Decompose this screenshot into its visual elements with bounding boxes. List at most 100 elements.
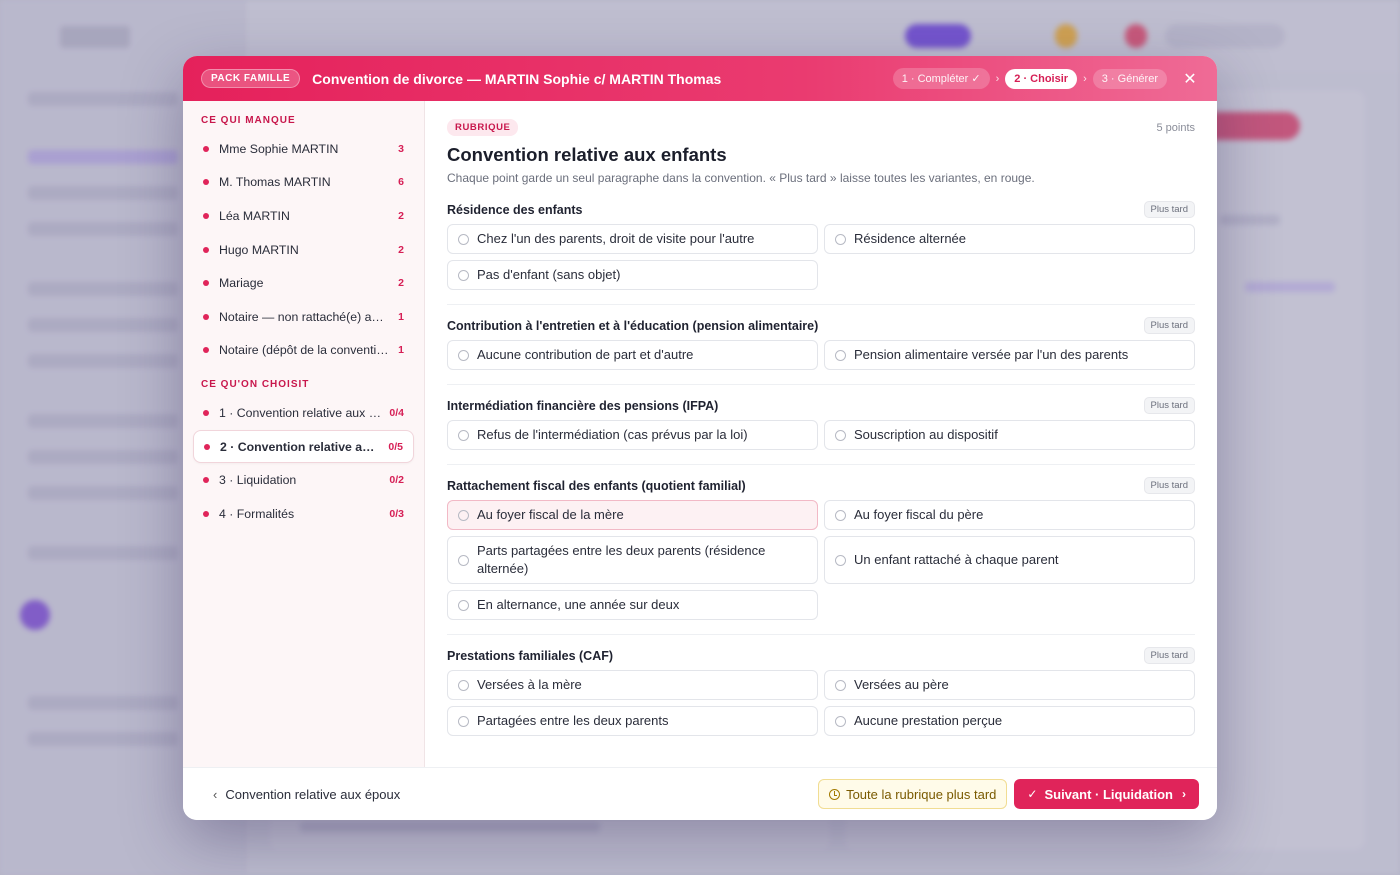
missing-section-label: CE QUI MANQUE: [201, 115, 296, 126]
option-radio[interactable]: Versées à la mère: [447, 670, 818, 700]
missing-item[interactable]: M. Thomas MARTIN 6: [193, 166, 414, 200]
option-label: Versées à la mère: [477, 677, 582, 693]
option-label: Versées au père: [854, 677, 949, 693]
rubric-item[interactable]: 1 · Convention relative aux époux 0/4: [193, 396, 414, 430]
question-fiscal: Rattachement fiscal des enfants (quotien…: [447, 464, 1195, 620]
previous-rubric-link[interactable]: ‹ Convention relative aux époux: [213, 787, 400, 802]
radio-icon: [458, 429, 469, 441]
status-dot-icon: [203, 347, 209, 354]
missing-item[interactable]: Léa MARTIN 2: [193, 199, 414, 233]
step-generate[interactable]: 3 · Générer: [1092, 68, 1167, 89]
status-dot-icon: [203, 145, 209, 152]
option-radio[interactable]: Résidence alternée: [824, 224, 1195, 254]
next-button[interactable]: ✓ Suivant · Liquidation ›: [1014, 779, 1199, 809]
radio-icon: [458, 554, 469, 566]
option-label: Souscription au dispositif: [854, 427, 998, 443]
later-button[interactable]: Plus tard: [1143, 477, 1195, 494]
points-count: 5 points: [1156, 121, 1195, 134]
option-radio[interactable]: Aucune prestation perçue: [824, 706, 1195, 736]
next-button-label: Suivant · Liquidation: [1044, 786, 1173, 802]
radio-icon: [835, 233, 846, 245]
option-radio[interactable]: Refus de l'intermédiation (cas prévus pa…: [447, 420, 818, 450]
option-radio[interactable]: Pas d'enfant (sans objet): [447, 260, 818, 290]
rubric-item-count: 0/2: [389, 474, 404, 487]
question-ifpa: Intermédiation financière des pensions (…: [447, 384, 1195, 450]
missing-item[interactable]: Hugo MARTIN 2: [193, 233, 414, 267]
clock-icon: [829, 788, 841, 800]
option-radio[interactable]: Parts partagées entre les deux parents (…: [447, 536, 818, 584]
rubric-item-label: 1 · Convention relative aux époux: [219, 405, 382, 420]
option-radio[interactable]: En alternance, une année sur deux: [447, 590, 818, 620]
option-label: Un enfant rattaché à chaque parent: [854, 552, 1059, 568]
missing-item[interactable]: Notaire (dépôt de la convention) 1: [193, 334, 414, 368]
whole-rubric-later-button[interactable]: Toute la rubrique plus tard: [818, 779, 1008, 809]
radio-icon: [458, 715, 469, 727]
stepper: 1 · Compléter ✓ › 2 · Choisir › 3 · Géné…: [892, 68, 1167, 89]
question-residence: Résidence des enfants Plus tard Chez l'u…: [447, 201, 1195, 290]
option-radio[interactable]: Chez l'un des parents, droit de visite p…: [447, 224, 818, 254]
missing-item[interactable]: Mariage 2: [193, 266, 414, 300]
later-button[interactable]: Plus tard: [1143, 201, 1195, 218]
step-choose[interactable]: 2 · Choisir: [1005, 68, 1078, 89]
option-radio[interactable]: Au foyer fiscal du père: [824, 500, 1195, 530]
radio-icon: [458, 269, 469, 281]
modal-header: PACK FAMILLE Convention de divorce — MAR…: [183, 56, 1217, 101]
radio-icon: [835, 554, 846, 566]
option-radio[interactable]: Aucune contribution de part et d'autre: [447, 340, 818, 370]
whole-rubric-later-label: Toute la rubrique plus tard: [846, 786, 997, 802]
later-button[interactable]: Plus tard: [1143, 397, 1195, 414]
status-dot-icon: [203, 179, 209, 186]
status-dot-icon: [203, 409, 209, 416]
check-icon: ✓: [1027, 787, 1038, 801]
step-complete[interactable]: 1 · Compléter ✓: [892, 68, 990, 89]
radio-icon: [458, 349, 469, 361]
option-radio[interactable]: Versées au père: [824, 670, 1195, 700]
later-button[interactable]: Plus tard: [1143, 317, 1195, 334]
option-radio-highlighted[interactable]: Au foyer fiscal de la mère: [447, 500, 818, 530]
option-label: Aucune prestation perçue: [854, 713, 1003, 729]
option-label: Pension alimentaire versée par l'un des …: [854, 347, 1129, 363]
rubric-item[interactable]: 4 · Formalités 0/3: [193, 497, 414, 531]
status-dot-icon: [204, 443, 210, 450]
rubric-item[interactable]: 3 · Liquidation 0/2: [193, 463, 414, 497]
radio-icon: [835, 509, 846, 521]
option-radio[interactable]: Souscription au dispositif: [824, 420, 1195, 450]
missing-item-count: 2: [398, 277, 404, 290]
radio-icon: [458, 233, 469, 245]
close-icon[interactable]: ✕: [1181, 70, 1199, 88]
rubric-content: RUBRIQUE 5 points Convention relative au…: [425, 101, 1217, 767]
option-radio[interactable]: Partagées entre les deux parents: [447, 706, 818, 736]
missing-item[interactable]: Mme Sophie MARTIN 3: [193, 132, 414, 166]
status-dot-icon: [203, 313, 209, 320]
question-title: Contribution à l'entretien et à l'éducat…: [447, 318, 819, 333]
option-label: Aucune contribution de part et d'autre: [477, 347, 694, 363]
modal-sidebar: CE QUI MANQUE Mme Sophie MARTIN 3 M. Thom…: [183, 101, 425, 767]
missing-item-label: Mme Sophie MARTIN: [219, 141, 339, 156]
radio-icon: [835, 349, 846, 361]
rubric-description: Chaque point garde un seul paragraphe da…: [447, 171, 1035, 185]
rubric-item-label: 4 · Formalités: [219, 506, 295, 521]
option-label: Résidence alternée: [854, 231, 967, 247]
missing-item-count: 3: [398, 142, 404, 155]
question-pension: Contribution à l'entretien et à l'éducat…: [447, 304, 1195, 370]
option-label: Au foyer fiscal du père: [854, 507, 984, 523]
rubric-item-count: 0/5: [388, 440, 403, 453]
chevron-right-icon: ›: [1182, 787, 1186, 801]
modal-footer: ‹ Convention relative aux époux Toute la…: [183, 767, 1217, 820]
missing-item-label: Hugo MARTIN: [219, 242, 299, 257]
convention-modal: PACK FAMILLE Convention de divorce — MAR…: [183, 56, 1217, 820]
rubric-item-active[interactable]: 2 · Convention relative aux enfants 0/5: [193, 429, 414, 464]
option-label: Pas d'enfant (sans objet): [477, 267, 621, 283]
option-radio[interactable]: Un enfant rattaché à chaque parent: [824, 536, 1195, 584]
option-label: Parts partagées entre les deux parents (…: [477, 543, 766, 576]
rubric-item-count: 0/4: [389, 406, 404, 419]
question-caf: Prestations familiales (CAF) Plus tard V…: [447, 634, 1195, 736]
option-label: Chez l'un des parents, droit de visite p…: [477, 231, 755, 247]
option-radio[interactable]: Pension alimentaire versée par l'un des …: [824, 340, 1195, 370]
later-button[interactable]: Plus tard: [1143, 647, 1195, 664]
question-title: Intermédiation financière des pensions (…: [447, 398, 719, 413]
radio-icon: [835, 715, 846, 727]
missing-item-label: Léa MARTIN: [219, 208, 290, 223]
rubric-item-label: 3 · Liquidation: [219, 473, 297, 488]
missing-item[interactable]: Notaire — non rattaché(e) au dossier 1: [193, 300, 414, 334]
